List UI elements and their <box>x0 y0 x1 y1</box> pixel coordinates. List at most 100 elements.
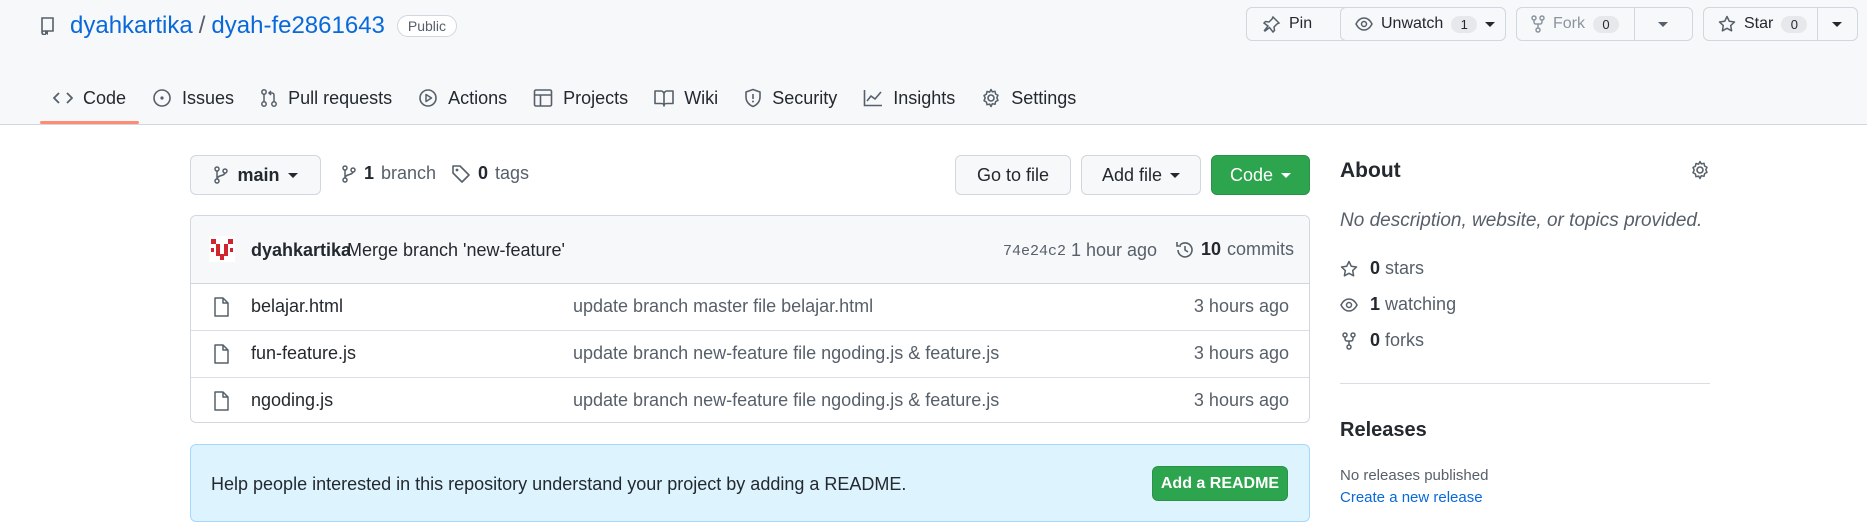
avatar[interactable] <box>209 236 235 262</box>
file-name-link[interactable]: ngoding.js <box>251 390 333 411</box>
commits-link[interactable]: 10 commits <box>1175 239 1294 260</box>
tab-settings[interactable]: Settings <box>968 76 1089 120</box>
tab-wiki-label: Wiki <box>684 87 719 108</box>
star-button[interactable]: Star 0 <box>1704 8 1817 40</box>
gear-icon[interactable] <box>1690 160 1710 180</box>
tab-projects[interactable]: Projects <box>520 76 641 120</box>
unwatch-button[interactable]: Unwatch 1 <box>1340 7 1506 41</box>
fork-icon <box>1531 15 1545 33</box>
create-release-link[interactable]: Create a new release <box>1340 489 1483 506</box>
repo-name-link[interactable]: dyah-fe2861643 <box>211 12 384 40</box>
tab-settings-label: Settings <box>1011 87 1077 108</box>
add-readme-label: Add a README <box>1160 474 1280 492</box>
stars-link[interactable]: 0 stars <box>1340 258 1424 279</box>
add-file-button[interactable]: Add file <box>1081 155 1201 195</box>
tag-icon <box>451 164 471 184</box>
tab-security[interactable]: Security <box>731 76 850 120</box>
commit-author[interactable]: dyahkartika <box>251 240 351 261</box>
chevron-down-icon <box>1832 21 1843 27</box>
file-commit-message[interactable]: update branch new-feature file ngoding.j… <box>573 390 999 411</box>
readme-banner-text: Help people interested in this repositor… <box>211 474 907 494</box>
branch-icon <box>341 164 357 183</box>
commit-label: commits <box>1227 239 1295 259</box>
about-heading: About <box>1340 159 1401 182</box>
branch-icon <box>213 166 229 184</box>
no-releases-text: No releases published <box>1340 467 1489 484</box>
code-icon <box>53 91 73 105</box>
tag-count: 0 <box>478 163 489 183</box>
fork-counter: 0 <box>1593 15 1619 33</box>
star-menu-button[interactable] <box>1818 8 1857 40</box>
star-button-group: Star 0 <box>1703 7 1858 41</box>
file-icon <box>213 391 229 411</box>
branch-count: 1 <box>364 163 375 183</box>
watching-count: 1 <box>1370 294 1381 314</box>
branches-link[interactable]: 1 branch <box>341 163 436 184</box>
pin-icon <box>1263 15 1281 33</box>
visibility-badge: Public <box>396 15 458 37</box>
repo-header: dyahkartika / dyah-fe2861643 Public Pin … <box>0 0 1867 125</box>
watch-counter: 1 <box>1451 15 1478 33</box>
pin-button[interactable]: Pin <box>1246 7 1350 41</box>
tab-pull-requests[interactable]: Pull requests <box>247 76 405 120</box>
watching-link[interactable]: 1 watching <box>1340 294 1456 315</box>
tab-issues-label: Issues <box>182 87 235 108</box>
history-icon <box>1175 240 1195 260</box>
tab-actions[interactable]: Actions <box>405 76 520 120</box>
unwatch-label: Unwatch <box>1381 15 1444 32</box>
chevron-down-icon <box>1485 21 1496 27</box>
chevron-down-icon <box>1170 172 1181 178</box>
tag-label: tags <box>495 163 530 183</box>
stars-label: stars <box>1385 258 1425 278</box>
repo-title: dyahkartika / dyah-fe2861643 Public <box>40 8 458 44</box>
chevron-down-icon <box>287 172 298 178</box>
add-file-label: Add file <box>1101 164 1163 185</box>
stars-count: 0 <box>1370 258 1381 278</box>
code-button-label: Code <box>1229 164 1274 185</box>
commit-sha[interactable]: 74e24c2 <box>1003 243 1066 260</box>
chevron-down-icon <box>1658 21 1669 27</box>
star-label: Star <box>1744 15 1774 32</box>
repo-owner-link[interactable]: dyahkartika <box>70 12 193 40</box>
play-icon <box>418 88 438 108</box>
code-button[interactable]: Code <box>1211 155 1310 195</box>
go-to-file-label: Go to file <box>976 164 1050 185</box>
tab-code[interactable]: Code <box>40 76 140 124</box>
tab-insights[interactable]: Insights <box>850 76 968 120</box>
file-age: 3 hours ago <box>1193 296 1289 316</box>
star-icon <box>1718 15 1736 33</box>
fork-icon <box>1340 331 1358 350</box>
file-icon <box>213 344 229 364</box>
pin-label: Pin <box>1289 15 1313 32</box>
file-icon <box>213 297 229 317</box>
about-description: No description, website, or topics provi… <box>1340 210 1703 231</box>
forks-link[interactable]: 0 forks <box>1340 330 1424 351</box>
file-name-link[interactable]: belajar.html <box>251 296 343 317</box>
table-row: fun-feature.js update branch new-feature… <box>191 331 1309 378</box>
readme-banner: Help people interested in this repositor… <box>190 444 1310 522</box>
pull-request-icon <box>260 88 278 108</box>
go-to-file-button[interactable]: Go to file <box>955 155 1071 195</box>
file-commit-message[interactable]: update branch master file belajar.html <box>573 296 873 317</box>
latest-commit-bar: dyahkartika Merge branch 'new-feature' 7… <box>191 216 1309 284</box>
file-name-link[interactable]: fun-feature.js <box>251 343 356 364</box>
file-browser: dyahkartika Merge branch 'new-feature' 7… <box>190 215 1310 423</box>
tab-projects-label: Projects <box>563 87 629 108</box>
fork-menu-button[interactable] <box>1635 8 1692 40</box>
table-row: ngoding.js update branch new-feature fil… <box>191 378 1309 422</box>
commit-count: 10 <box>1201 239 1222 259</box>
file-commit-message[interactable]: update branch new-feature file ngoding.j… <box>573 343 999 364</box>
branch-select-button[interactable]: main <box>190 155 321 195</box>
eye-icon <box>1355 17 1373 31</box>
star-icon <box>1340 260 1358 278</box>
fork-button[interactable]: Fork 0 <box>1517 8 1634 40</box>
releases-heading[interactable]: Releases <box>1340 419 1427 442</box>
tags-link[interactable]: 0 tags <box>451 163 529 184</box>
add-readme-button[interactable]: Add a README <box>1152 466 1288 501</box>
table-icon <box>533 88 553 108</box>
gear-icon <box>981 88 1001 108</box>
tab-wiki[interactable]: Wiki <box>641 76 731 120</box>
tab-pull-requests-label: Pull requests <box>288 87 393 108</box>
tab-issues[interactable]: Issues <box>139 76 247 120</box>
commit-message[interactable]: Merge branch 'new-feature' <box>347 240 565 261</box>
